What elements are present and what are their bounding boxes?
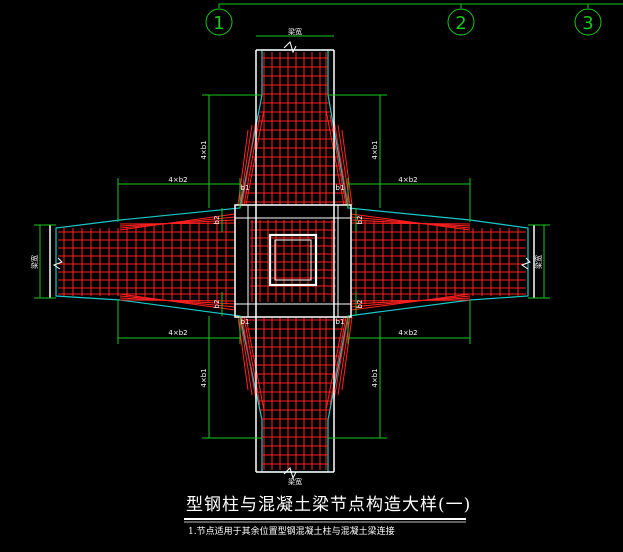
dim-b1-bottom-right: b1 [336, 318, 345, 326]
grid-label-2: 2 [455, 13, 466, 34]
grid-axes [205, 3, 623, 36]
dim-b1-top-left: b1 [241, 184, 250, 192]
grid-label-3: 3 [582, 13, 593, 34]
dim-4b2-lower-left: 4×b2 [168, 329, 187, 337]
dim-b2-lower-right: b2 [356, 300, 364, 309]
dim-beam-width-bottom: 梁宽 [288, 477, 302, 486]
grid-label-1: 1 [213, 13, 224, 34]
rebar-mesh [58, 52, 526, 470]
drawing-title: 型钢柱与混凝土梁节点构造大样(一) [186, 495, 472, 515]
dim-beam-width-left: 梁宽 [30, 255, 39, 269]
detail-drawing-canvas: 1 2 3 梁宽 梁宽 4×b2 4×b2 4×b2 4×b2 b1 b1 b1… [30, 3, 623, 523]
dim-4b2-lower-right: 4×b2 [398, 329, 417, 337]
dim-4b2-upper-right: 4×b2 [398, 176, 417, 184]
dim-b2-upper-right: b2 [356, 216, 364, 225]
dim-4b1-lower-left: 4×b1 [200, 368, 208, 387]
rebar-bar [341, 316, 353, 391]
dim-b1-bottom-left: b1 [241, 318, 250, 326]
dim-4b2-upper-left: 4×b2 [168, 176, 187, 184]
dim-beam-width-right: 梁宽 [534, 255, 543, 269]
dim-beam-width-top: 梁宽 [288, 27, 302, 36]
dim-b2-upper-left: b2 [213, 216, 221, 225]
drawing-note: 1.节点适用于其余位置型钢混凝土柱与混凝土梁连接 [188, 527, 395, 537]
dim-4b1-upper-right: 4×b1 [371, 140, 379, 159]
title-underline [184, 518, 466, 523]
dim-4b1-upper-left: 4×b1 [200, 140, 208, 159]
dim-b1-top-right: b1 [336, 184, 345, 192]
dim-4b1-lower-right: 4×b1 [371, 368, 379, 387]
dim-b2-lower-left: b2 [213, 300, 221, 309]
